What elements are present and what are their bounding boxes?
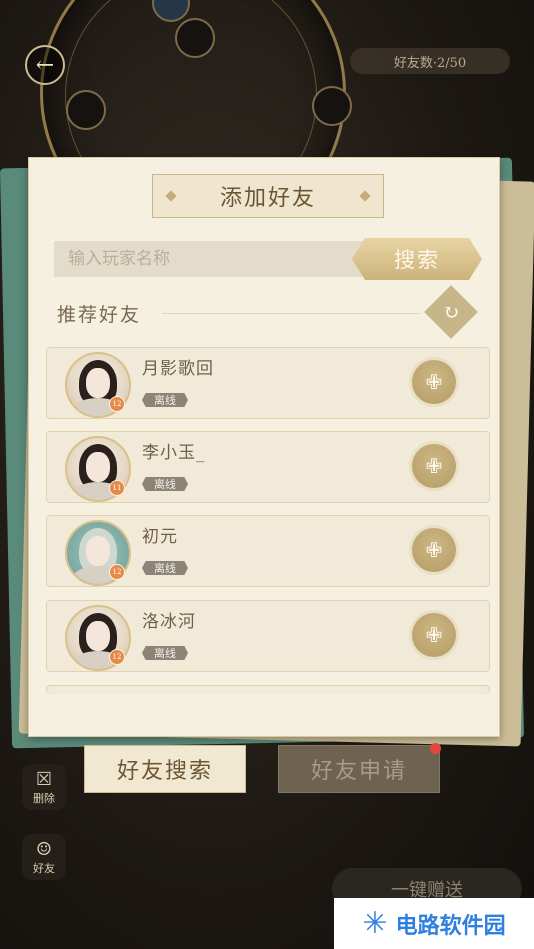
trash-icon: ☒ bbox=[35, 768, 53, 790]
add-user-icon: ✙ bbox=[425, 454, 443, 478]
level-badge: 12 bbox=[109, 396, 125, 412]
back-arrow-icon: ← bbox=[35, 52, 55, 78]
search-button[interactable]: 搜索 bbox=[352, 238, 482, 280]
level-badge: 12 bbox=[109, 564, 125, 580]
background-orb bbox=[175, 18, 215, 58]
delete-side-button[interactable]: ☒ 删除 bbox=[22, 764, 66, 810]
friend-name: 初元 bbox=[142, 527, 178, 547]
watermark: ✳ 电路软件园 bbox=[334, 898, 534, 949]
status-badge: 离线 bbox=[142, 393, 188, 407]
dialog-title-text: 添加好友 bbox=[219, 186, 316, 211]
add-user-icon: ✙ bbox=[425, 538, 443, 562]
search-bar bbox=[54, 241, 382, 277]
friend-card: 12 洛冰河 离线 ✙ bbox=[46, 600, 490, 672]
back-button[interactable]: ← bbox=[25, 45, 65, 85]
delete-label: 删除 bbox=[33, 791, 55, 805]
player-name-input[interactable] bbox=[54, 241, 382, 277]
status-badge: 离线 bbox=[142, 477, 188, 491]
add-friend-button[interactable]: ✙ bbox=[412, 360, 456, 404]
friend-card-partial bbox=[46, 685, 490, 694]
tab-friend-search[interactable]: 好友搜索 bbox=[84, 745, 246, 793]
friend-name: 月影歌回 bbox=[142, 359, 214, 379]
add-friend-button[interactable]: ✙ bbox=[412, 528, 456, 572]
add-friend-button[interactable]: ✙ bbox=[412, 613, 456, 657]
watermark-text: 电路软件园 bbox=[395, 913, 506, 939]
add-friend-button[interactable]: ✙ bbox=[412, 444, 456, 488]
watermark-logo-icon: ✳ bbox=[362, 906, 388, 941]
friend-card: 12 月影歌回 离线 ✙ bbox=[46, 347, 490, 419]
background-orb bbox=[312, 86, 352, 126]
person-icon: ☺ bbox=[35, 838, 53, 860]
friend-name: 洛冰河 bbox=[142, 612, 196, 632]
tab-friend-requests[interactable]: 好友申请 bbox=[278, 745, 440, 793]
friend-count-pill: 好友数·2/50 bbox=[350, 48, 510, 74]
friend-side-button[interactable]: ☺ 好友 bbox=[22, 834, 66, 880]
background-orb bbox=[66, 90, 106, 130]
friend-name: 李小玉_ bbox=[142, 443, 206, 463]
add-user-icon: ✙ bbox=[425, 370, 443, 394]
level-badge: 11 bbox=[109, 480, 125, 496]
refresh-icon[interactable]: ↻ bbox=[432, 293, 470, 331]
friend-label: 好友 bbox=[33, 861, 55, 875]
status-badge: 离线 bbox=[142, 561, 188, 575]
dialog-title: 添加好友 bbox=[152, 174, 384, 218]
friend-card: 12 初元 离线 ✙ bbox=[46, 515, 490, 587]
status-badge: 离线 bbox=[142, 646, 188, 660]
section-divider bbox=[162, 313, 420, 314]
notification-dot bbox=[430, 743, 441, 754]
friend-card: 11 李小玉_ 离线 ✙ bbox=[46, 431, 490, 503]
recommend-title: 推荐好友 bbox=[57, 304, 142, 326]
add-user-icon: ✙ bbox=[425, 623, 443, 647]
level-badge: 12 bbox=[109, 649, 125, 665]
